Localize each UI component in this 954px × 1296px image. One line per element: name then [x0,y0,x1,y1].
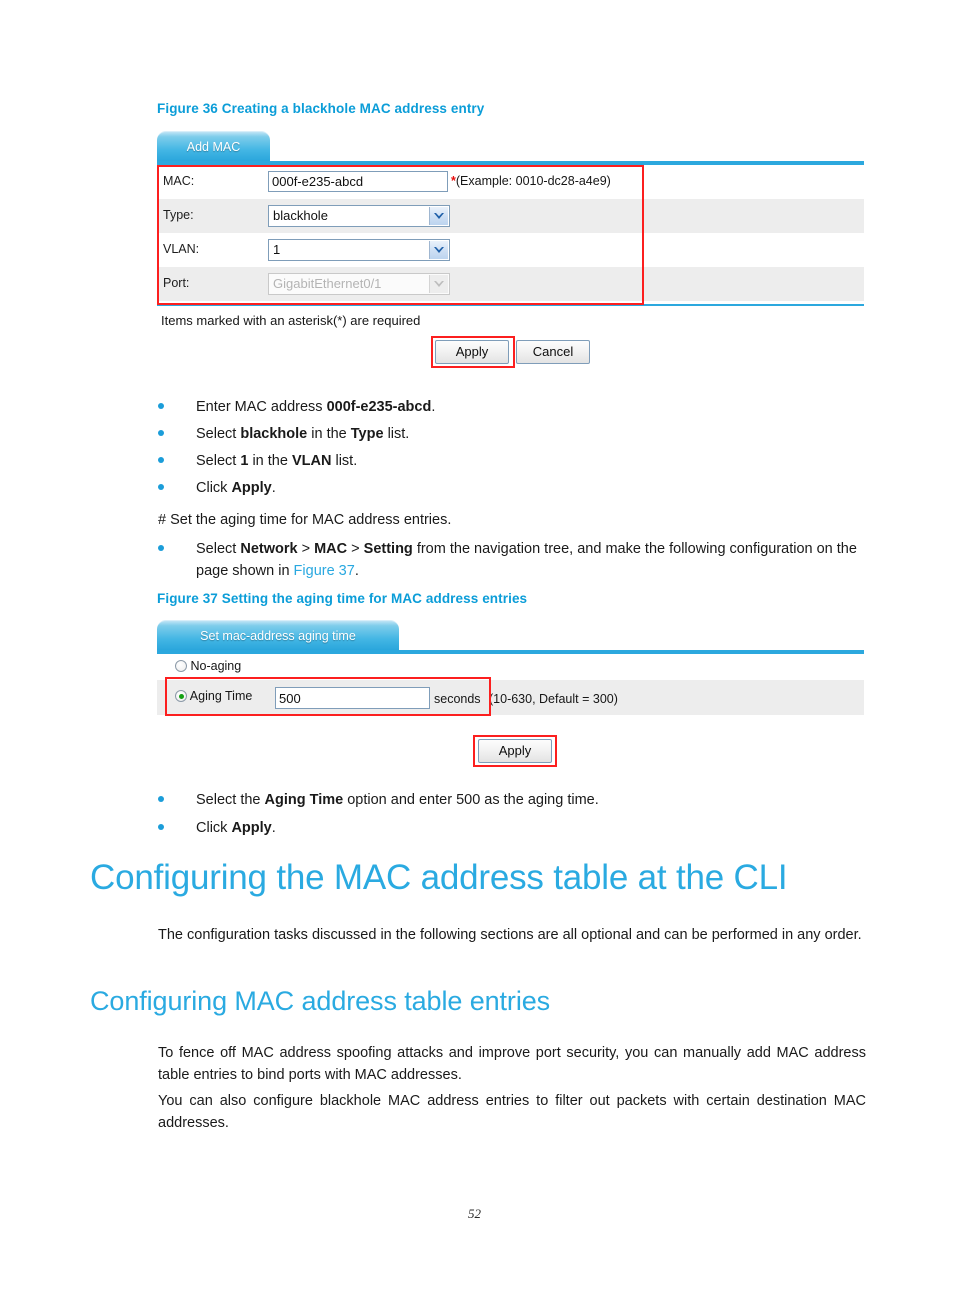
list-item-label: Click Apply. [196,480,276,496]
radio-icon-selected[interactable] [175,690,187,702]
bullet-dot [158,430,164,436]
radio-aging-time-label: Aging Time [189,689,253,703]
bullet-dot [158,824,164,830]
apply-button[interactable]: Apply [435,340,509,364]
page-number: 52 [468,1206,481,1221]
tab-set-mac-address-aging-time[interactable]: Set mac-address aging time [157,620,399,650]
chevron-down-icon[interactable] [429,207,448,225]
comment-line: # Set the aging time for MAC address ent… [158,512,452,528]
figure-36-screenshot: Add MAC MAC: *(Example: 0010-dc28-a4e9) … [157,131,864,381]
form-bottom-rule [157,304,864,306]
list-item-label: Click Apply. [196,820,276,836]
form-row-no-aging: No-aging [157,654,864,680]
cancel-button[interactable]: Cancel [516,340,590,364]
list-item-label: Select 1 in the VLAN list. [196,453,358,469]
radio-no-aging[interactable]: No-aging [175,659,241,673]
page-title: Configuring the MAC address table at the… [90,858,788,897]
type-select-value: blackhole [273,208,328,223]
list-item: Select the Aging Time option and enter 5… [158,789,868,811]
list-item-label: Select blackhole in the Type list. [196,426,410,442]
radio-icon[interactable] [175,660,187,672]
vlan-label: VLAN: [163,242,200,256]
form-row-vlan: VLAN: 1 [157,233,864,267]
type-label: Type: [163,208,194,222]
form-row-aging-time: Aging Time seconds (10-630, Default = 30… [157,680,864,715]
tab-add-mac[interactable]: Add MAC [157,131,270,161]
port-select: GigabitEthernet0/1 [268,273,450,295]
figure-36-caption: Figure 36 Creating a blackhole MAC addre… [157,101,485,116]
list-item-label: Select Network > MAC > Setting from the … [196,541,857,579]
radio-aging-time[interactable]: Aging Time [175,689,252,703]
add-mac-form: MAC: *(Example: 0010-dc28-a4e9) Type: bl… [157,165,864,301]
type-select[interactable]: blackhole [268,205,450,227]
list-item-label: Select the Aging Time option and enter 5… [196,792,599,808]
bullet-dot [158,545,164,551]
mac-label: MAC: [163,174,195,188]
section-2-body-2: You can also configure blackhole MAC add… [158,1093,866,1131]
vlan-select[interactable]: 1 [268,239,450,261]
port-select-value: GigabitEthernet0/1 [273,276,382,291]
aging-time-range-hint: (10-630, Default = 300) [489,692,618,706]
bullet-dot [158,484,164,490]
apply-button[interactable]: Apply [478,739,552,763]
list-item: Click Apply. [158,477,868,499]
aging-time-input[interactable] [275,687,430,709]
mac-required-hint: *(Example: 0010-dc28-a4e9) [451,174,611,188]
mac-input[interactable] [268,171,448,192]
mac-example-text: (Example: 0010-dc28-a4e9) [455,174,611,188]
document-page: Figure 36 Creating a blackhole MAC addre… [0,0,954,1296]
vlan-select-value: 1 [273,242,281,257]
form-row-port: Port: GigabitEthernet0/1 [157,267,864,301]
add-mac-tabbar: Add MAC [157,131,864,165]
section-1-body: The configuration tasks discussed in the… [158,927,862,943]
figure-37-caption: Figure 37 Setting the aging time for MAC… [157,591,528,606]
list-item: Select Network > MAC > Setting from the … [158,538,868,582]
list-item: Enter MAC address 000f-e235-abcd. [158,396,868,418]
required-items-note: Items marked with an asterisk(*) are req… [161,313,421,328]
form-row-type: Type: blackhole [157,199,864,233]
list-item: Select blackhole in the Type list. [158,423,868,445]
section-2-body-1: To fence off MAC address spoofing attack… [158,1045,866,1083]
form-row-mac: MAC: *(Example: 0010-dc28-a4e9) [157,165,864,199]
aging-time-unit: seconds [434,692,481,706]
radio-no-aging-label: No-aging [190,659,242,673]
section-2-heading: Configuring MAC address table entries [90,986,551,1016]
chevron-down-icon[interactable] [429,241,448,259]
figure-37-link[interactable]: Figure 37 [294,563,355,579]
port-label: Port: [163,276,190,290]
bullet-dot [158,403,164,409]
list-item: Click Apply. [158,817,868,839]
list-item: Select 1 in the VLAN list. [158,450,868,472]
figure-37-screenshot: Set mac-address aging time No-aging Agin… [157,620,864,770]
chevron-down-icon [429,275,448,293]
aging-time-tabbar: Set mac-address aging time [157,620,864,654]
bullet-dot [158,457,164,463]
list-item-label: Enter MAC address 000f-e235-abcd. [196,399,436,415]
bullet-dot [158,796,164,802]
